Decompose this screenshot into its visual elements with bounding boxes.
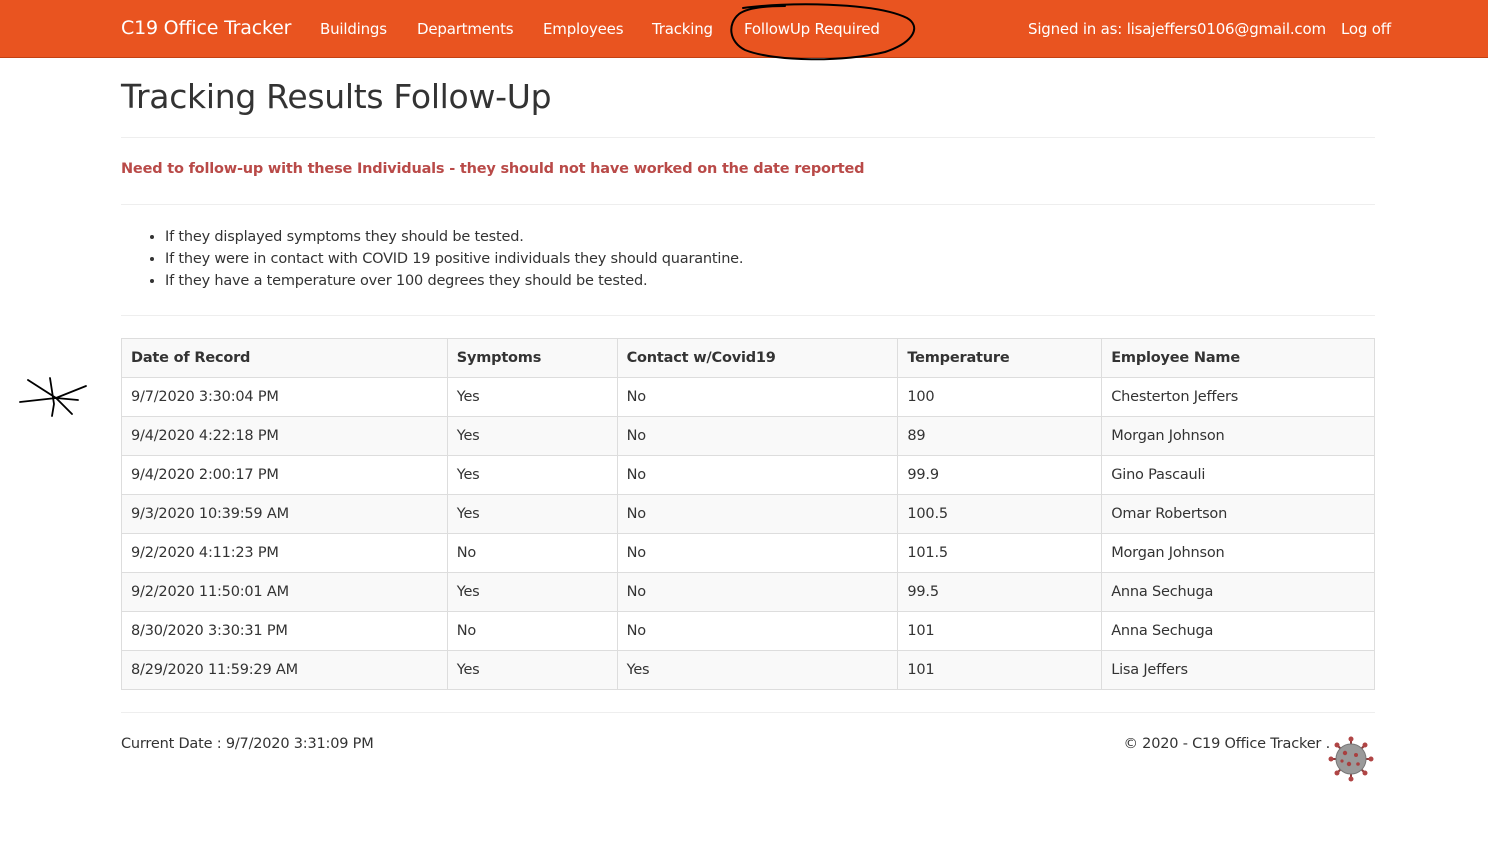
cell-symptoms: Yes (446, 650, 618, 690)
footer-copyright: © 2020 - C19 Office Tracker . (1123, 736, 1330, 752)
divider (121, 712, 1375, 713)
cell-date: 9/4/2020 4:22:18 PM (121, 416, 448, 456)
cell-contact: No (616, 494, 899, 534)
guidance-item: If they have a temperature over 100 degr… (165, 272, 743, 294)
cell-date: 9/2/2020 11:50:01 AM (121, 572, 448, 612)
cell-temperature: 100.5 (897, 494, 1103, 534)
divider (121, 315, 1375, 316)
cell-employee: Morgan Johnson (1101, 533, 1375, 573)
cell-temperature: 101.5 (897, 533, 1103, 573)
signed-in-user-link[interactable]: Signed in as: lisajeffers0106@gmail.com (1028, 20, 1326, 38)
page-title: Tracking Results Follow-Up (121, 77, 552, 116)
cell-symptoms: Yes (446, 455, 618, 495)
cell-temperature: 100 (897, 377, 1103, 417)
cell-symptoms: Yes (446, 494, 618, 534)
table-row: 9/7/2020 3:30:04 PM Yes No 100 Chesterto… (121, 377, 1375, 417)
table-row: 9/4/2020 4:22:18 PM Yes No 89 Morgan Joh… (121, 416, 1375, 456)
followup-warning-text: Need to follow-up with these Individuals… (121, 161, 865, 177)
cell-employee: Gino Pascauli (1101, 455, 1375, 495)
table-row: 8/29/2020 11:59:29 AM Yes Yes 101 Lisa J… (121, 650, 1375, 690)
cell-temperature: 101 (897, 650, 1103, 690)
column-header-temperature: Temperature (897, 338, 1103, 378)
cell-date: 9/3/2020 10:39:59 AM (121, 494, 448, 534)
cell-employee: Anna Sechuga (1101, 572, 1375, 612)
column-header-symptoms: Symptoms (446, 338, 618, 378)
guidance-item: If they displayed symptoms they should b… (165, 228, 743, 250)
nav-buildings[interactable]: Buildings (320, 20, 387, 38)
cell-contact: No (616, 377, 899, 417)
cell-temperature: 99.9 (897, 455, 1103, 495)
logoff-link[interactable]: Log off (1341, 20, 1391, 38)
coronavirus-icon (1328, 736, 1374, 782)
cell-employee: Omar Robertson (1101, 494, 1375, 534)
cell-contact: No (616, 416, 899, 456)
column-header-employee: Employee Name (1101, 338, 1375, 378)
cell-temperature: 99.5 (897, 572, 1103, 612)
table-row: 9/2/2020 4:11:23 PM No No 101.5 Morgan J… (121, 533, 1375, 573)
cell-date: 8/29/2020 11:59:29 AM (121, 650, 448, 690)
cell-temperature: 89 (897, 416, 1103, 456)
cell-temperature: 101 (897, 611, 1103, 651)
cell-contact: No (616, 455, 899, 495)
cell-contact: No (616, 533, 899, 573)
nav-employees[interactable]: Employees (543, 20, 624, 38)
cell-symptoms: No (446, 533, 618, 573)
cell-symptoms: Yes (446, 416, 618, 456)
cell-date: 9/7/2020 3:30:04 PM (121, 377, 448, 417)
followup-results-table: Date of Record Symptoms Contact w/Covid1… (121, 338, 1375, 690)
guidance-item: If they were in contact with COVID 19 po… (165, 250, 744, 272)
cell-symptoms: Yes (446, 572, 618, 612)
footer-current-date: Current Date : 9/7/2020 3:31:09 PM (121, 736, 374, 752)
brand-link[interactable]: C19 Office Tracker (121, 17, 291, 39)
cell-symptoms: Yes (446, 377, 618, 417)
column-header-contact: Contact w/Covid19 (616, 338, 899, 378)
cell-contact: No (616, 611, 899, 651)
cell-date: 9/2/2020 4:11:23 PM (121, 533, 448, 573)
column-header-date: Date of Record (121, 338, 448, 378)
nav-tracking[interactable]: Tracking (652, 20, 713, 38)
cell-employee: Morgan Johnson (1101, 416, 1375, 456)
cell-employee: Anna Sechuga (1101, 611, 1375, 651)
cell-date: 9/4/2020 2:00:17 PM (121, 455, 448, 495)
cell-date: 8/30/2020 3:30:31 PM (121, 611, 448, 651)
guidance-list: If they displayed symptoms they should b… (165, 228, 744, 294)
nav-departments[interactable]: Departments (417, 20, 514, 38)
table-row: 8/30/2020 3:30:31 PM No No 101 Anna Sech… (121, 611, 1375, 651)
cell-contact: No (616, 572, 899, 612)
cell-employee: Lisa Jeffers (1101, 650, 1375, 690)
cell-symptoms: No (446, 611, 618, 651)
divider (121, 137, 1375, 138)
table-row: 9/2/2020 11:50:01 AM Yes No 99.5 Anna Se… (121, 572, 1375, 612)
top-navbar: C19 Office Tracker Buildings Departments… (0, 0, 1488, 58)
cell-contact: Yes (616, 650, 899, 690)
divider (121, 204, 1375, 205)
cell-employee: Chesterton Jeffers (1101, 377, 1375, 417)
table-row: 9/3/2020 10:39:59 AM Yes No 100.5 Omar R… (121, 494, 1375, 534)
nav-followup-required[interactable]: FollowUp Required (744, 20, 880, 38)
table-row: 9/4/2020 2:00:17 PM Yes No 99.9 Gino Pas… (121, 455, 1375, 495)
table-header-row: Date of Record Symptoms Contact w/Covid1… (121, 338, 1375, 378)
hand-drawn-star-annotation (19, 377, 87, 417)
